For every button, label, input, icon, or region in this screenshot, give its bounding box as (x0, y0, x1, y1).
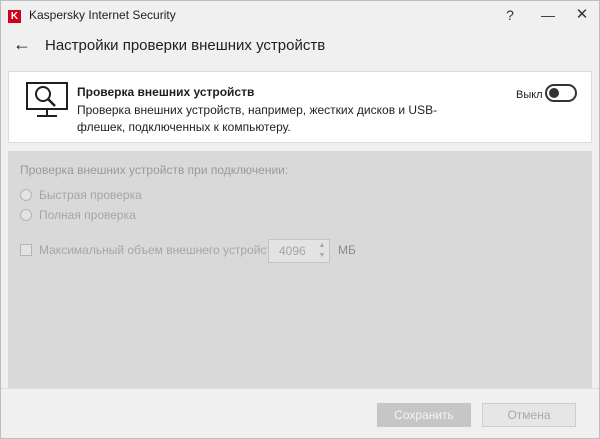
feature-description: Проверка внешних устройств, например, же… (77, 103, 438, 134)
monitor-magnifier-icon (26, 82, 68, 117)
settings-panel-disabled: Проверка внешних устройств при подключен… (8, 151, 592, 388)
max-size-row: Максимальный объем внешнего устройства: … (20, 239, 580, 263)
close-button[interactable]: ✕ (571, 5, 593, 25)
help-button[interactable]: ? (499, 5, 521, 25)
settings-heading: Проверка внешних устройств при подключен… (20, 163, 289, 177)
radio-button[interactable] (20, 209, 32, 221)
kaspersky-logo-icon: K (8, 10, 21, 23)
footer-divider (1, 388, 599, 389)
max-size-checkbox[interactable] (20, 244, 32, 256)
page-title: Настройки проверки внешних устройств (45, 37, 326, 54)
max-size-unit: МБ (338, 243, 356, 257)
radio-label: Быстрая проверка (39, 188, 142, 202)
back-arrow-icon[interactable]: ← (13, 33, 35, 55)
feature-card: Проверка внешних устройств Проверка внеш… (8, 71, 592, 143)
max-size-value: 4096 (279, 244, 306, 258)
radio-button[interactable] (20, 189, 32, 201)
radio-label: Полная проверка (39, 208, 136, 222)
title-bar: K Kaspersky Internet Security ? — ✕ (1, 1, 599, 31)
max-size-stepper[interactable]: 4096 ▲ ▼ (268, 239, 330, 263)
toggle-knob (549, 88, 559, 98)
page-header: ← Настройки проверки внешних устройств (1, 31, 599, 65)
stepper-arrows-icon[interactable]: ▲ ▼ (317, 241, 327, 261)
settings-window: K Kaspersky Internet Security ? — ✕ ← На… (0, 0, 600, 439)
toggle-state-label: Выкл (516, 89, 543, 101)
max-size-label: Максимальный объем внешнего устройства: (39, 243, 289, 257)
minimize-button[interactable]: — (537, 5, 559, 25)
cancel-button[interactable]: Отмена (482, 403, 576, 427)
feature-title: Проверка внешних устройств (77, 85, 255, 99)
save-button[interactable]: Сохранить (377, 403, 471, 427)
feature-toggle[interactable] (545, 84, 577, 102)
app-title: Kaspersky Internet Security (29, 8, 176, 22)
